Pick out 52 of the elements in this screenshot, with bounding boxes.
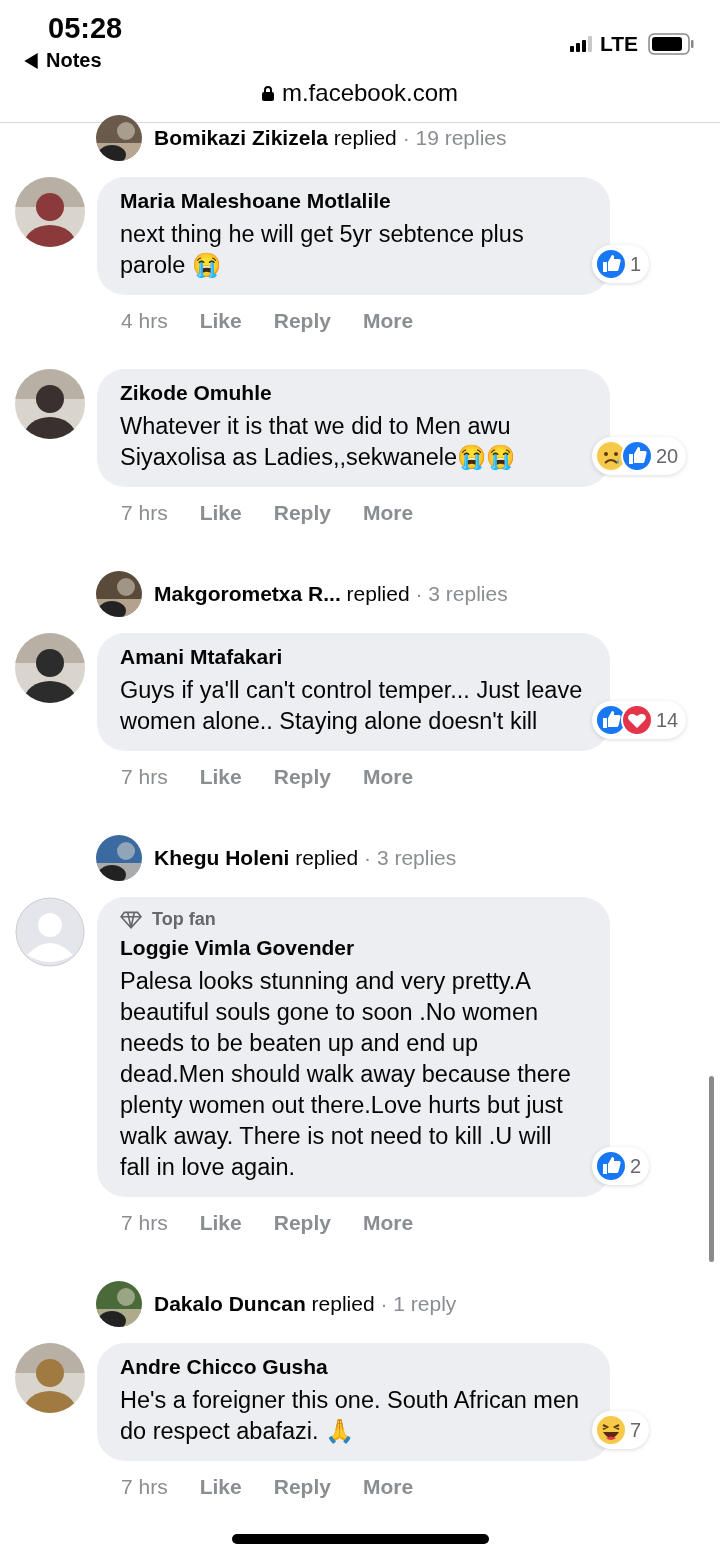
commenter-name[interactable]: Andre Chicco Gusha [120,1355,586,1379]
comment-action[interactable]: Like [199,309,242,333]
commenter-name[interactable]: Amani Mtafakari [120,645,586,669]
reply-summary-link[interactable]: Makgorometxa R... replied · 3 replies [154,582,508,606]
comment-action[interactable]: Reply [273,1211,331,1235]
reply-summary-link[interactable]: Bomikazi Zikizela replied · 19 replies [154,126,507,150]
commenter-name[interactable]: Maria Maleshoane Motlalile [120,189,586,213]
comment-text: Palesa looks stunning and very pretty.A beautiful souls gone to soon .No women needs to be beaten up and end up dead.Men should walk away because there plenty women out there.Love hurts but just walk away. There is not need to kill .U will fall in love again. [120,967,572,1182]
comment-action[interactable]: Reply [273,765,331,789]
comment-action[interactable]: Like [199,501,242,525]
signal-icon [569,36,594,52]
comment-action[interactable]: More [362,1211,414,1235]
laughing-face-icon [595,1414,627,1446]
network-label: LTE [599,32,638,56]
back-arrow-icon [24,52,38,69]
thumbs-up-icon [595,248,627,280]
reaction-count[interactable]: 2 [592,1147,650,1185]
comment-time: 4 hrs [121,309,168,333]
comment-action[interactable]: Reply [273,309,331,333]
comment-time: 7 hrs [121,501,168,525]
commenter-name[interactable]: Zikode Omuhle [120,381,586,405]
reaction-count[interactable]: 14 [592,701,687,739]
back-link[interactable]: Notes [24,49,123,72]
reaction-count[interactable]: 7 [592,1411,650,1449]
diamond-icon [120,910,142,929]
reply-summary-link[interactable]: Khegu Holeni replied · 3 replies [154,846,457,870]
comment-action[interactable]: More [362,309,414,333]
status-time: 05:28 [48,12,123,45]
comment-time: 7 hrs [121,765,168,789]
comment-action[interactable]: Reply [273,501,331,525]
comment-action[interactable]: More [362,1475,414,1499]
comment-time: 7 hrs [121,1475,168,1499]
comment-action[interactable]: Reply [273,1475,331,1499]
comment-action[interactable]: More [362,501,414,525]
url-text[interactable]: m.facebook.com [281,79,459,107]
battery-icon [648,33,694,55]
comment-text: Guys if ya'll can't control temper... Just leave women alone.. Staying alone doesn't kill [120,676,584,736]
comment-text: Whatever it is that we did to Men awu Siyaxolisa as Ladies,,sekwanele😭😭 [120,412,517,472]
comment-action[interactable]: Like [199,1211,242,1235]
comment-time: 7 hrs [121,1211,168,1235]
reaction-count[interactable]: 1 [592,245,650,283]
reply-summary-link[interactable]: Dakalo Duncan replied · 1 reply [154,1292,457,1316]
reaction-count[interactable]: 20 [592,437,687,475]
thumbs-up-icon [621,440,653,472]
comment-action[interactable]: More [362,765,414,789]
commenter-name[interactable]: Loggie Vimla Govender [120,936,586,960]
comment-action[interactable]: Like [199,1475,242,1499]
top-fan-label: Top fan [152,909,216,930]
comment-text: next thing he will get 5yr sebtence plus parole 😭 [120,220,525,280]
comment-action[interactable]: Like [199,765,242,789]
thumbs-up-icon [595,1150,627,1182]
comment-text: He's a foreigner this one. South African men do respect abafazi. 🙏 [120,1386,581,1446]
